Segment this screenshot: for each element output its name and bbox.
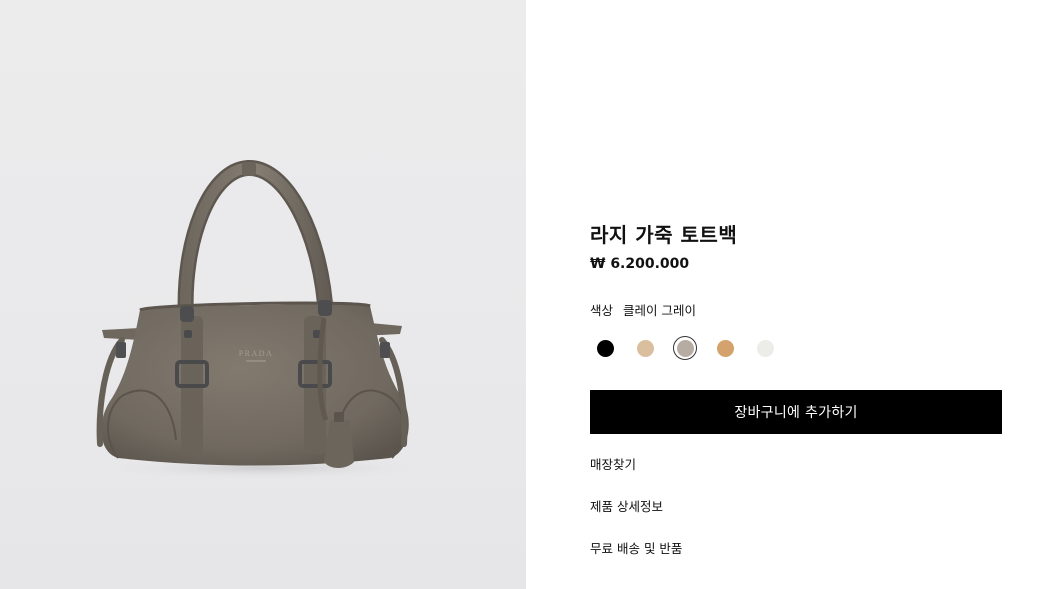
color-swatch-black[interactable]: [593, 336, 617, 360]
color-swatches: [593, 336, 777, 360]
color-swatch-caramel[interactable]: [713, 336, 737, 360]
swatch-dot: [596, 339, 614, 357]
color-swatch-beige[interactable]: [633, 336, 657, 360]
color-label: 색상: [590, 303, 614, 318]
swatch-dot: [716, 339, 734, 357]
product-details-link[interactable]: 제품 상세정보: [590, 496, 663, 515]
shipping-returns-link[interactable]: 무료 배송 및 반품: [590, 538, 682, 557]
product-image: PRADA: [92, 160, 432, 480]
bag-logo: PRADA: [239, 349, 274, 358]
product-image-panel: PRADA: [0, 0, 526, 589]
add-to-cart-button[interactable]: 장바구니에 추가하기: [590, 390, 1002, 434]
product-details: 라지 가죽 토트백 ₩ 6.200.000 색상 클레이 그레이 장바구니에 추…: [590, 0, 1002, 589]
swatch-dot: [636, 339, 654, 357]
color-swatch-clay-gray[interactable]: [673, 336, 697, 360]
bag-handle: [177, 160, 334, 326]
selected-color-name: 클레이 그레이: [623, 303, 696, 318]
swatch-dot: [756, 339, 774, 357]
bag-body: [101, 304, 409, 466]
color-label-row: 색상 클레이 그레이: [590, 300, 696, 319]
swatch-dot: [676, 339, 694, 357]
product-price: ₩ 6.200.000: [590, 256, 690, 272]
product-page: PRADA 라지 가죽 토트백 ₩ 6.200.000 색상 클레이 그레이 장…: [0, 0, 1063, 589]
product-title: 라지 가죽 토트백: [590, 223, 738, 247]
color-swatch-white[interactable]: [753, 336, 777, 360]
find-store-link[interactable]: 매장찾기: [590, 454, 636, 473]
